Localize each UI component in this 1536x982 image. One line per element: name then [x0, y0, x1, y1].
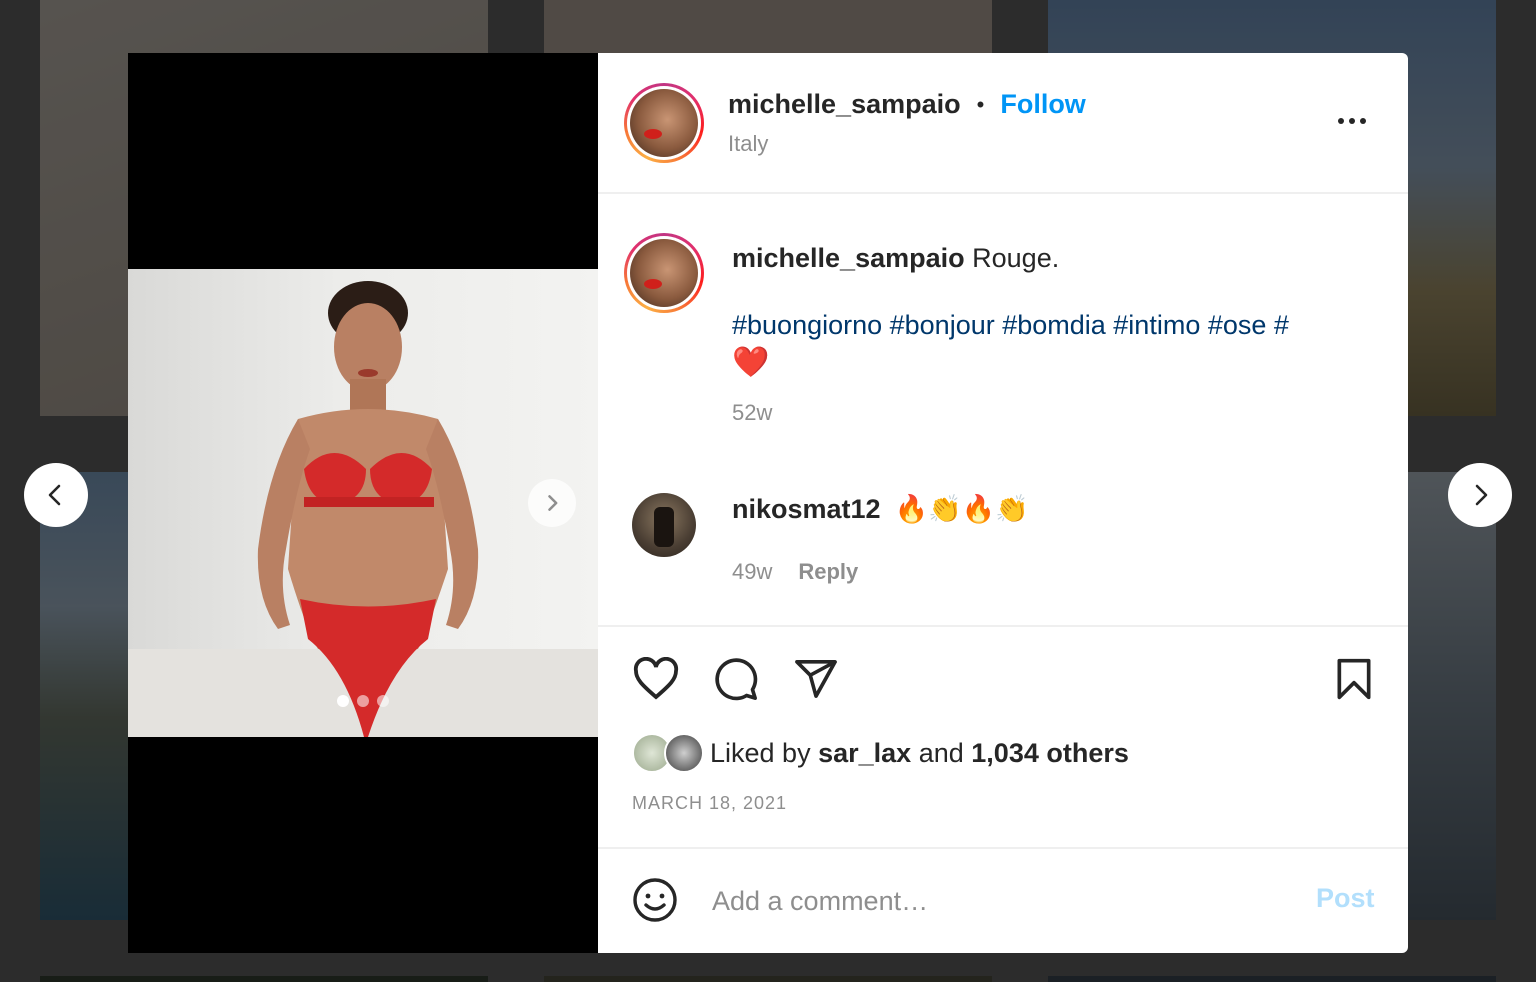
carousel-indicator: [128, 695, 598, 707]
post-location[interactable]: Italy: [728, 131, 768, 157]
smiley-icon: [633, 878, 677, 922]
emoji-button[interactable]: [630, 875, 680, 925]
post-modal: michelle_sampaio • Follow Italy michelle…: [128, 53, 1408, 953]
share-button[interactable]: [790, 653, 842, 705]
paper-plane-icon: [795, 660, 837, 698]
section-divider: [598, 847, 1408, 849]
caption-hashtags[interactable]: #buongiorno #bonjour #bomdia #intimo #os…: [732, 310, 1372, 341]
likes-connector: and: [918, 737, 964, 768]
carousel-dot: [377, 695, 389, 707]
next-post-button[interactable]: [1448, 463, 1512, 527]
likes-text: Liked by sar_lax and 1,034 others: [710, 738, 1129, 769]
chevron-right-icon: [1475, 484, 1488, 506]
caption-username[interactable]: michelle_sampaio: [732, 243, 965, 273]
comment-item: nikosmat12 🔥👏🔥👏 49w Reply: [732, 493, 1292, 585]
heart-outline-icon: [633, 657, 679, 700]
author-avatar[interactable]: [624, 83, 704, 163]
comment-bubble-icon: [715, 658, 758, 701]
heart-emoji: ❤️: [732, 346, 770, 379]
follow-button[interactable]: Follow: [1000, 89, 1085, 120]
media-next-button[interactable]: [528, 479, 576, 527]
chevron-right-icon: [548, 495, 558, 511]
carousel-dot: [357, 695, 369, 707]
more-dot-icon: [1349, 118, 1355, 124]
caption-line: michelle_sampaio Rouge.: [732, 243, 1372, 274]
section-divider: [598, 625, 1408, 627]
likes-count[interactable]: 1,034 others: [971, 738, 1129, 768]
more-options-button[interactable]: [1334, 109, 1370, 133]
post-comment-button[interactable]: Post: [1316, 883, 1375, 914]
save-button[interactable]: [1328, 653, 1380, 705]
comment-avatar[interactable]: [632, 493, 696, 557]
likes-prefix: Liked by: [710, 737, 811, 768]
post-date[interactable]: MARCH 18, 2021: [632, 793, 787, 814]
header-separator: •: [976, 91, 985, 117]
comment-age: 49w: [732, 559, 773, 584]
caption-age: 52w: [732, 400, 773, 425]
chevron-left-icon: [48, 484, 61, 506]
like-button[interactable]: [630, 653, 682, 705]
comment-username[interactable]: nikosmat12: [732, 494, 881, 525]
liker-username[interactable]: sar_lax: [818, 738, 911, 768]
more-dot-icon: [1338, 118, 1344, 124]
carousel-dot: [337, 695, 349, 707]
comment-button[interactable]: [710, 653, 762, 705]
comment-input[interactable]: [712, 879, 1302, 923]
comment-text: 🔥👏🔥👏: [894, 494, 1030, 524]
liker-avatar[interactable]: [664, 733, 704, 773]
author-username[interactable]: michelle_sampaio: [728, 89, 961, 120]
reply-button[interactable]: Reply: [798, 559, 858, 585]
caption: michelle_sampaio Rouge. #buongiorno #bon…: [732, 243, 1372, 426]
post-media: [128, 53, 598, 953]
post-header: michelle_sampaio • Follow Italy: [598, 53, 1408, 194]
bookmark-icon: [1337, 658, 1371, 700]
post-sidebar: michelle_sampaio • Follow Italy michelle…: [598, 53, 1408, 953]
likes-summary: Liked by sar_lax and 1,034 others: [632, 733, 1129, 773]
caption-avatar[interactable]: [624, 233, 704, 313]
more-dot-icon: [1360, 118, 1366, 124]
previous-post-button[interactable]: [24, 463, 88, 527]
caption-text: Rouge.: [972, 243, 1060, 273]
